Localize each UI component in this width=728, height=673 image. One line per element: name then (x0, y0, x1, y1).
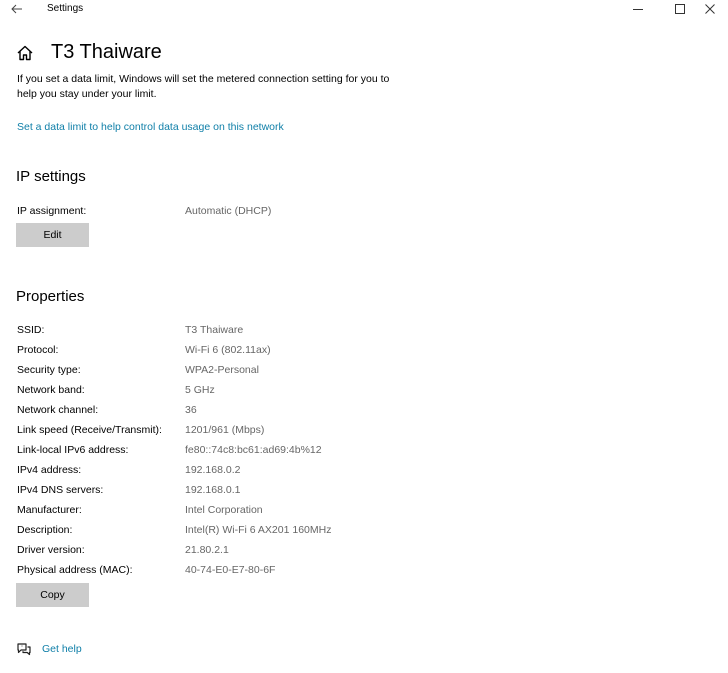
property-label: IPv4 address: (17, 464, 82, 476)
property-label: Security type: (17, 364, 81, 376)
get-help-link[interactable]: Get help (42, 643, 82, 655)
property-value: Intel Corporation (185, 504, 263, 516)
property-label: Link speed (Receive/Transmit): (17, 424, 162, 436)
property-label: SSID: (17, 324, 45, 336)
property-label: Description: (17, 524, 73, 536)
arrow-left-icon (11, 4, 22, 14)
property-value: Intel(R) Wi-Fi 6 AX201 160MHz (185, 524, 332, 536)
set-data-limit-link[interactable]: Set a data limit to help control data us… (17, 121, 284, 133)
property-value: fe80::74c8:bc61:ad69:4b%12 (185, 444, 322, 456)
copy-properties-button[interactable]: Copy (16, 583, 89, 607)
property-label: IPv4 DNS servers: (17, 484, 104, 496)
back-button[interactable] (9, 1, 25, 17)
property-value: 5 GHz (185, 384, 215, 396)
property-label: Physical address (MAC): (17, 564, 133, 576)
page-title: T3 Thaiware (51, 41, 162, 63)
property-value: 1201/961 (Mbps) (185, 424, 265, 436)
property-value: 40-74-E0-E7-80-6F (185, 564, 276, 576)
close-button[interactable] (692, 0, 728, 18)
property-value: WPA2-Personal (185, 364, 259, 376)
property-value: 192.168.0.1 (185, 484, 241, 496)
home-icon (17, 45, 33, 61)
property-label: Manufacturer: (17, 504, 82, 516)
property-label: Driver version: (17, 544, 85, 556)
window-title: Settings (47, 3, 84, 14)
property-value: 192.168.0.2 (185, 464, 241, 476)
ip-assignment-value: Automatic (DHCP) (185, 205, 272, 217)
edit-ip-button[interactable]: Edit (16, 223, 89, 247)
title-bar: Settings (0, 0, 728, 18)
ip-assignment-label: IP assignment: (17, 205, 87, 217)
property-label: Link-local IPv6 address: (17, 444, 129, 456)
maximize-icon (675, 4, 685, 14)
property-label: Protocol: (17, 344, 59, 356)
data-limit-description: If you set a data limit, Windows will se… (17, 73, 390, 100)
property-value: Wi-Fi 6 (802.11ax) (185, 344, 271, 356)
property-value: 36 (185, 404, 197, 416)
close-icon (705, 4, 715, 14)
minimize-button[interactable] (620, 0, 656, 18)
property-label: Network channel: (17, 404, 99, 416)
property-value: 21.80.2.1 (185, 544, 229, 556)
properties-heading: Properties (16, 288, 85, 305)
minimize-icon (633, 9, 643, 10)
help-chat-icon (17, 643, 31, 656)
property-value: T3 Thaiware (185, 324, 244, 336)
ip-settings-heading: IP settings (16, 168, 86, 185)
property-label: Network band: (17, 384, 85, 396)
